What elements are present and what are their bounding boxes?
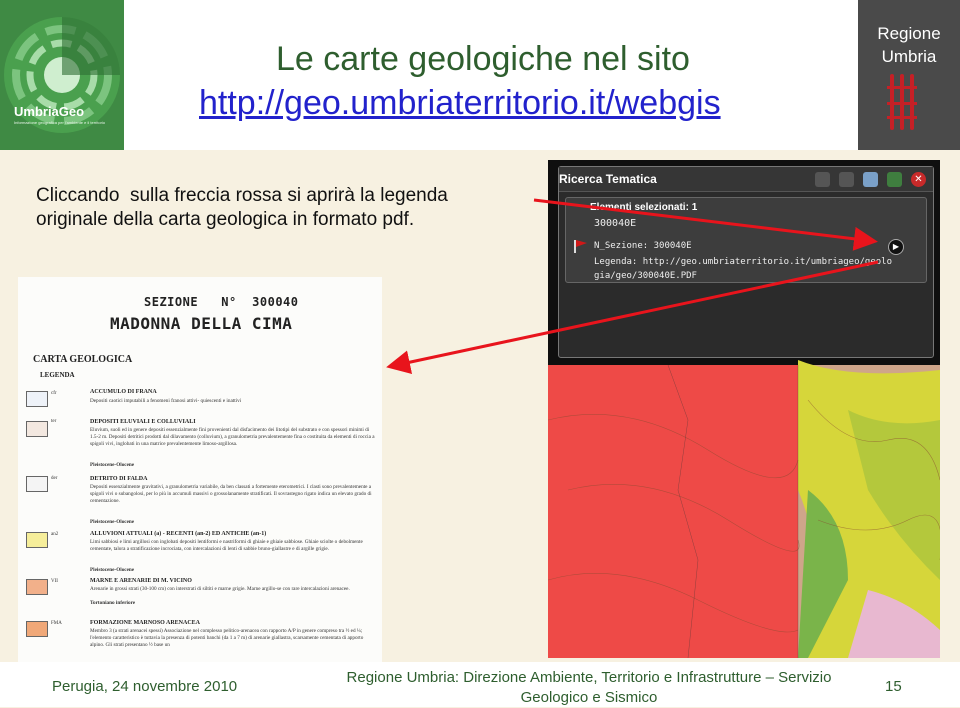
annotation-arrows	[386, 198, 879, 374]
footer-org-line-2: Geologico e Sismico	[520, 689, 658, 706]
footer-org-line-1: Regione Umbria: Direzione Ambiente, Terr…	[346, 669, 832, 686]
footer-date: Perugia, 24 novembre 2010	[52, 678, 238, 695]
footer-organization: Regione Umbria: Direzione Ambiente, Terr…	[344, 668, 834, 708]
arrow-to-button	[533, 198, 878, 251]
arrow-to-legend	[386, 260, 879, 374]
page-number: 15	[885, 678, 902, 695]
